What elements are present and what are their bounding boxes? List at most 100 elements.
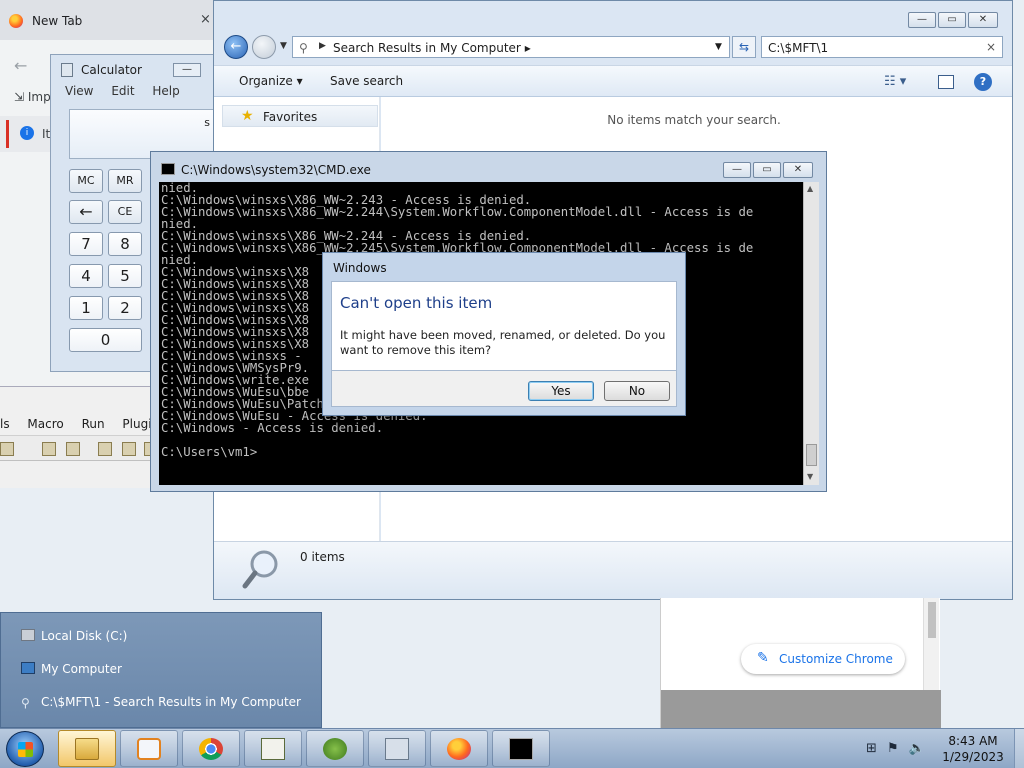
browser-tab-title: New Tab (32, 14, 83, 28)
action-center-icon[interactable]: ⚑ (887, 741, 899, 756)
menu-macro[interactable]: Macro (27, 417, 63, 431)
back-button[interactable]: ← (224, 35, 248, 59)
digit-1-button[interactable]: 1 (69, 296, 103, 320)
minimize-button[interactable]: — (908, 12, 936, 28)
ce-button[interactable]: CE (108, 200, 142, 224)
calculator-icon (61, 63, 73, 77)
digit-5-button[interactable]: 5 (108, 264, 142, 288)
item-count: 0 items (300, 550, 345, 564)
search-box[interactable]: C:\$MFT\1 × (761, 36, 1003, 58)
import-link[interactable]: ⇲ Imp (14, 90, 51, 104)
scrollbar[interactable] (923, 598, 939, 690)
star-icon: ★ (241, 108, 254, 124)
taskbar-firefox[interactable] (430, 730, 488, 767)
taskbar-notepadpp[interactable] (244, 730, 302, 767)
start-button[interactable] (6, 731, 44, 767)
taskbar-app-frog[interactable] (306, 730, 364, 767)
import-label: Imp (27, 90, 51, 104)
address-path: Search Results in My Computer ▸ (333, 41, 531, 55)
preview-pane-button[interactable] (938, 75, 954, 89)
info-icon: i (20, 126, 34, 140)
maximize-button[interactable]: ▭ (753, 162, 781, 178)
digit-0-button[interactable]: 0 (69, 328, 142, 352)
address-dropdown-icon[interactable]: ▼ (715, 42, 722, 52)
info-text: It (42, 127, 51, 141)
scrollbar-thumb[interactable] (928, 602, 936, 638)
taskbar-chrome[interactable] (182, 730, 240, 767)
breadcrumb-arrow-icon[interactable]: ▶ (319, 41, 326, 51)
clock[interactable]: 8:43 AM 1/29/2023 (934, 733, 1012, 765)
taskbar-cmd[interactable] (492, 730, 550, 767)
media-player-icon (137, 738, 161, 760)
backspace-button[interactable]: ← (69, 200, 103, 224)
taskbar: ⊞ ⚑ 🔈 8:43 AM 1/29/2023 (0, 728, 1024, 768)
pencil-icon: ✎ (757, 650, 769, 666)
close-button[interactable]: ✕ (783, 162, 813, 178)
maximize-button[interactable]: ▭ (938, 12, 966, 28)
taskbar-media-player[interactable] (120, 730, 178, 767)
address-bar[interactable]: ⚲ ▶ Search Results in My Computer ▸ ▼ (292, 36, 730, 58)
mr-button[interactable]: MR (108, 169, 142, 193)
refresh-button[interactable]: ⇆ (732, 36, 756, 58)
clear-search-icon[interactable]: × (986, 40, 996, 54)
browser-tab[interactable]: New Tab × (0, 0, 216, 40)
details-pane: 0 items (214, 541, 1012, 599)
views-button[interactable]: ☷ ▾ (884, 74, 906, 89)
forward-button[interactable] (252, 35, 276, 59)
no-button[interactable]: No (604, 381, 670, 401)
chrome-icon (199, 738, 223, 760)
close-tab-icon[interactable]: × (200, 12, 211, 27)
help-button[interactable]: ? (974, 73, 992, 91)
show-desktop-button[interactable] (1014, 729, 1024, 768)
volume-icon[interactable]: 🔈 (909, 741, 925, 756)
taskbar-explorer[interactable] (58, 730, 116, 767)
toolbar-icon[interactable] (42, 442, 56, 456)
console-scrollbar[interactable]: ▲ ▼ (803, 182, 819, 485)
digit-7-button[interactable]: 7 (69, 232, 103, 256)
menu-help[interactable]: Help (152, 84, 179, 98)
magnifier-icon (242, 550, 278, 589)
digit-4-button[interactable]: 4 (69, 264, 103, 288)
explorer-caption-buttons: — ▭ ✕ (906, 11, 998, 28)
digit-8-button[interactable]: 8 (108, 232, 142, 256)
minimize-button[interactable]: — (173, 63, 201, 77)
network-icon[interactable]: ⊞ (866, 741, 877, 756)
recent-pages-dropdown[interactable]: ▼ (280, 41, 287, 51)
favorites-item[interactable]: ★ Favorites (222, 105, 378, 127)
taskbar-calculator[interactable] (368, 730, 426, 767)
scroll-up-icon[interactable]: ▲ (807, 184, 813, 193)
calculator-titlebar[interactable]: Calculator — (51, 55, 215, 85)
command-bar: Organize ▾ Save search ☷ ▾ ? (214, 65, 1012, 97)
scroll-down-icon[interactable]: ▼ (807, 472, 813, 481)
mc-button[interactable]: MC (69, 169, 103, 193)
toolbar-icon[interactable] (122, 442, 136, 456)
menu-edit[interactable]: Edit (111, 84, 134, 98)
firefox-icon (447, 738, 471, 760)
scrollbar-thumb[interactable] (806, 444, 817, 466)
back-arrow-icon[interactable]: ← (14, 56, 27, 75)
toolbar-icon[interactable] (0, 442, 14, 456)
customize-chrome-button[interactable]: ✎ Customize Chrome (741, 644, 905, 674)
menu-run[interactable]: Run (82, 417, 105, 431)
menu-tools[interactable]: ls (0, 417, 10, 431)
close-button[interactable]: ✕ (968, 12, 998, 28)
organize-button[interactable]: Organize ▾ (239, 74, 303, 88)
computer-icon (21, 662, 35, 674)
toolbar-icon[interactable] (66, 442, 80, 456)
jump-item-my-computer[interactable]: My Computer (21, 662, 122, 676)
frog-icon (323, 738, 347, 760)
favorites-label: Favorites (263, 110, 318, 124)
save-search-button[interactable]: Save search (330, 74, 403, 88)
jump-item-local-disk[interactable]: Local Disk (C:) (21, 629, 127, 643)
search-input[interactable]: C:\$MFT\1 (768, 41, 828, 55)
menu-view[interactable]: View (65, 84, 93, 98)
jump-item-search-results[interactable]: ⚲ C:\$MFT\1 - Search Results in My Comput… (21, 695, 301, 710)
minimize-button[interactable]: — (723, 162, 751, 178)
toolbar-icon[interactable] (98, 442, 112, 456)
digit-2-button[interactable]: 2 (108, 296, 142, 320)
drive-icon (21, 629, 35, 641)
jump-list: Local Disk (C:) My Computer ⚲ C:\$MFT\1 -… (0, 612, 322, 728)
yes-button[interactable]: Yes (528, 381, 594, 401)
notepadpp-icon (261, 738, 285, 760)
